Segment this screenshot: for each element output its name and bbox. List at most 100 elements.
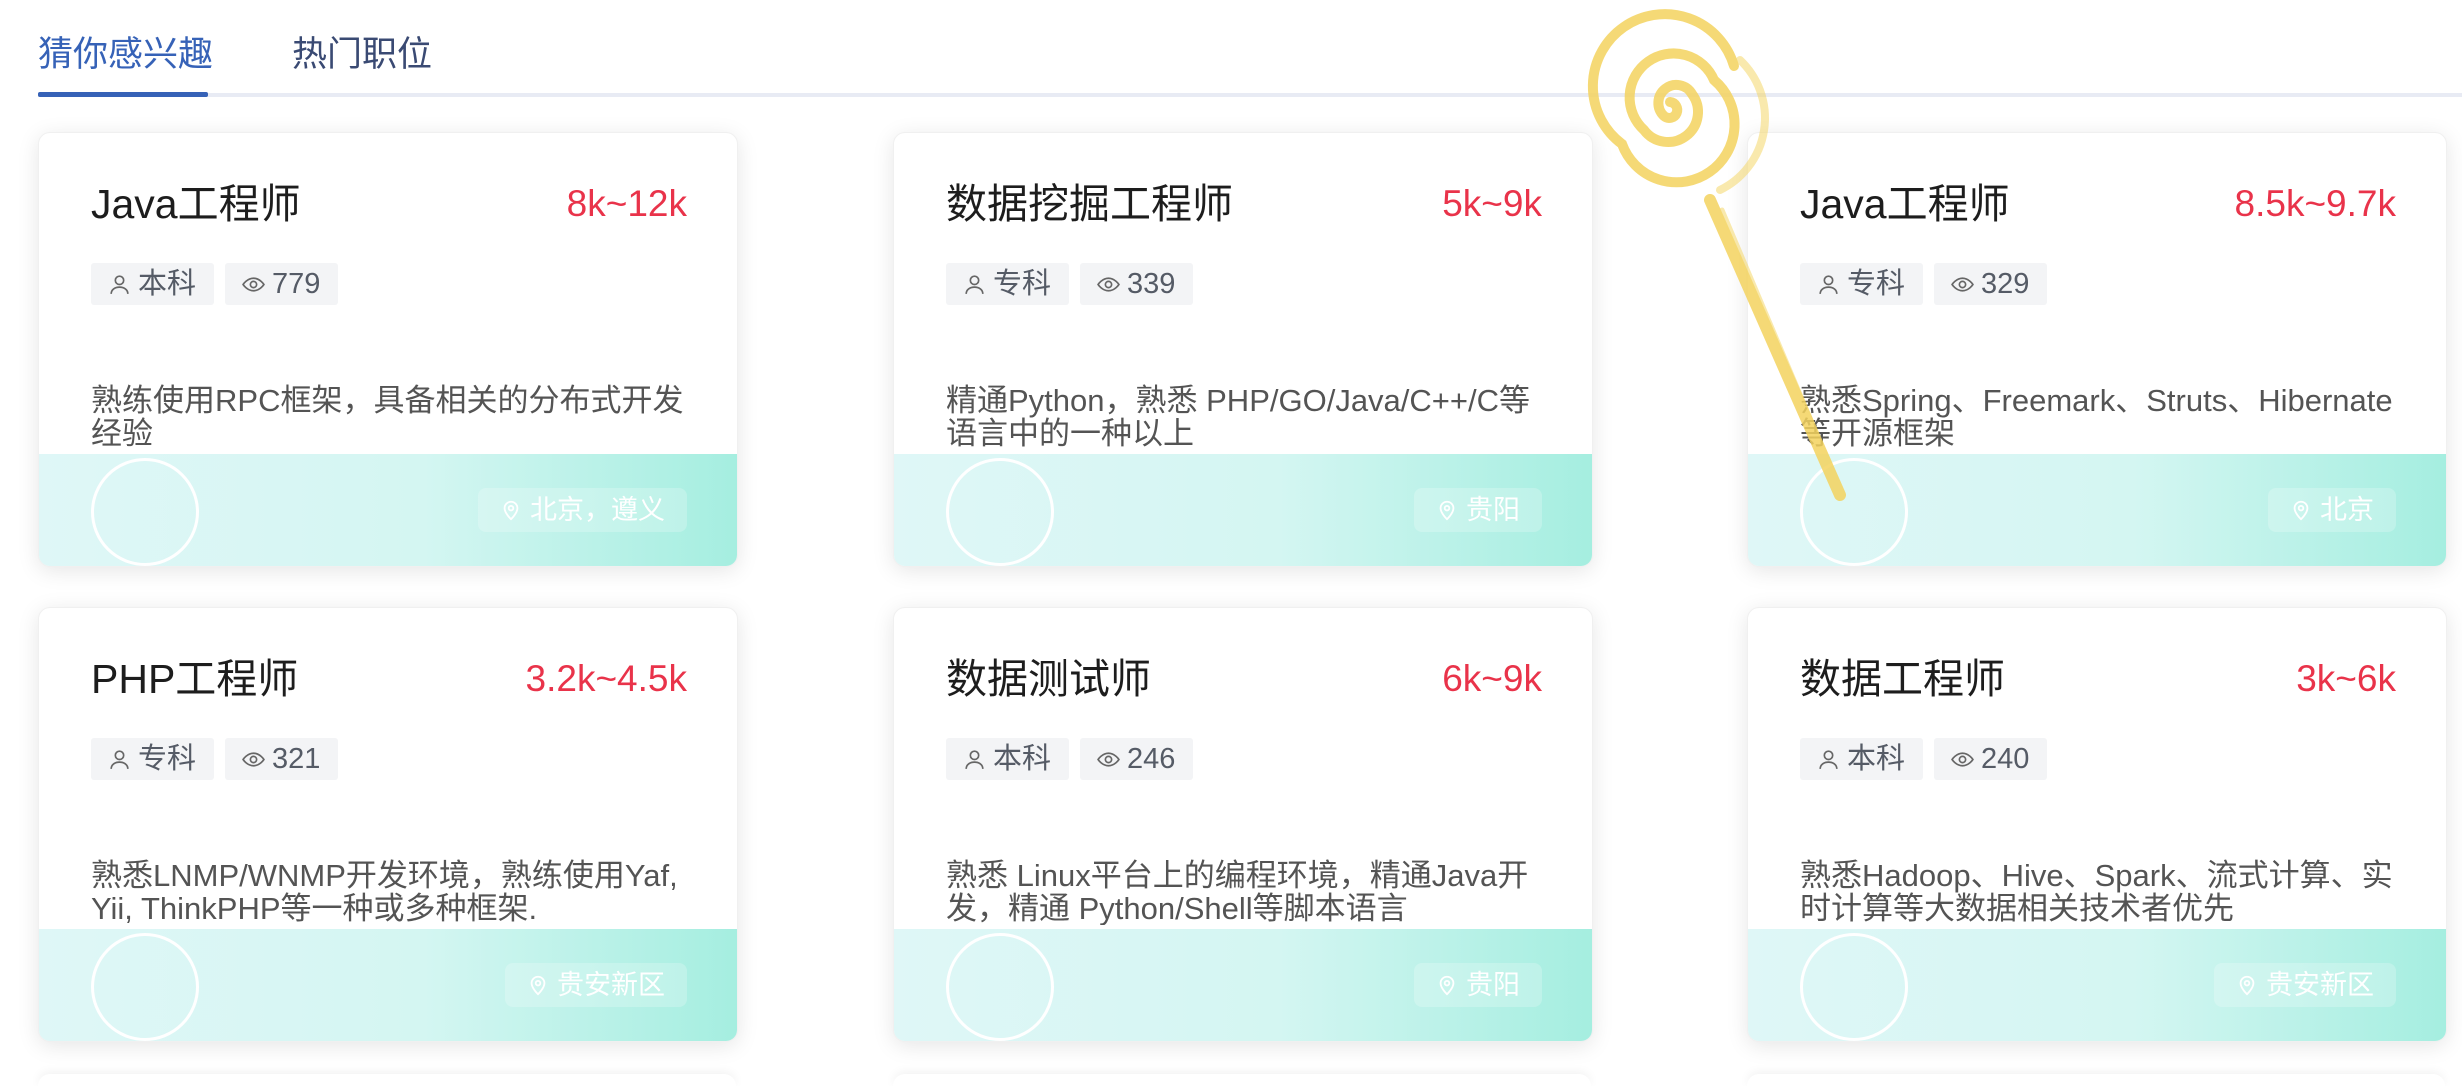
views-tag: 339 bbox=[1080, 263, 1194, 305]
job-card-peek bbox=[1747, 1074, 2445, 1086]
job-description: 精通Python，熟悉 PHP/GO/Java/C++/C等语言中的一种以上 bbox=[946, 384, 1531, 450]
eye-icon bbox=[1951, 751, 1974, 767]
location-badge: 贵安新区 bbox=[2214, 963, 2396, 1007]
views-tag: 240 bbox=[1934, 738, 2048, 780]
job-title[interactable]: Java工程师 bbox=[1800, 177, 2010, 231]
education-label: 专科 bbox=[1847, 268, 1906, 300]
job-card[interactable]: Java工程师 8k~12k 本科 779 熟练使用RPC框架，具备相关的分布式… bbox=[38, 132, 738, 567]
job-card[interactable]: 数据挖掘工程师 5k~9k 专科 339 精通Python，熟悉 PHP/GO/… bbox=[893, 132, 1593, 567]
education-label: 专科 bbox=[993, 268, 1052, 300]
user-icon bbox=[965, 749, 984, 769]
location-badge: 北京，遵义 bbox=[478, 488, 687, 532]
card-footer: 贵阳 bbox=[894, 454, 1592, 566]
location-label: 贵安新区 bbox=[2266, 970, 2374, 1000]
job-tags: 专科 339 bbox=[946, 263, 1194, 305]
card-footer: 北京，遵义 bbox=[39, 454, 737, 566]
map-pin-icon bbox=[2239, 975, 2255, 996]
views-tag: 321 bbox=[225, 738, 339, 780]
job-title[interactable]: 数据挖掘工程师 bbox=[946, 177, 1233, 231]
education-tag: 本科 bbox=[1800, 738, 1924, 780]
job-description: 熟练使用RPC框架，具备相关的分布式开发经验 bbox=[91, 384, 684, 450]
card-footer: 贵阳 bbox=[894, 929, 1592, 1041]
views-count: 246 bbox=[1127, 743, 1176, 775]
job-tags: 本科 779 bbox=[91, 263, 339, 305]
eye-icon bbox=[242, 276, 265, 292]
user-icon bbox=[110, 749, 129, 769]
job-title[interactable]: 数据工程师 bbox=[1800, 652, 2005, 706]
location-badge: 贵阳 bbox=[1414, 963, 1542, 1007]
education-label: 本科 bbox=[138, 268, 197, 300]
eye-icon bbox=[242, 751, 265, 767]
job-salary: 8.5k~9.7k bbox=[2234, 183, 2396, 224]
job-title[interactable]: Java工程师 bbox=[91, 177, 301, 231]
views-count: 339 bbox=[1127, 268, 1176, 300]
company-avatar[interactable] bbox=[1800, 458, 1908, 566]
tab-popular-jobs[interactable]: 热门职位 bbox=[292, 30, 432, 80]
user-icon bbox=[1819, 749, 1838, 769]
card-footer: 贵安新区 bbox=[39, 929, 737, 1041]
eye-icon bbox=[1097, 751, 1120, 767]
job-card[interactable]: PHP工程师 3.2k~4.5k 专科 321 熟悉LNMP/WNMP开发环境，… bbox=[38, 607, 738, 1042]
job-salary: 3k~6k bbox=[2296, 658, 2396, 699]
job-tags: 本科 240 bbox=[1800, 738, 2048, 780]
location-label: 北京 bbox=[2320, 495, 2374, 525]
job-tags: 专科 329 bbox=[1800, 263, 2048, 305]
job-description: 熟悉Hadoop、Hive、Spark、流式计算、实时计算等大数据相关技术者优先 bbox=[1800, 859, 2393, 925]
company-avatar[interactable] bbox=[946, 933, 1054, 1041]
company-avatar[interactable] bbox=[91, 933, 199, 1041]
eye-icon bbox=[1951, 276, 1974, 292]
tab-bar: 猜你感兴趣 热门职位 bbox=[0, 0, 2462, 99]
education-label: 专科 bbox=[138, 743, 197, 775]
views-count: 329 bbox=[1981, 268, 2030, 300]
tab-bar-divider bbox=[38, 93, 2462, 97]
views-tag: 329 bbox=[1934, 263, 2048, 305]
job-tags: 本科 246 bbox=[946, 738, 1194, 780]
eye-icon bbox=[1097, 276, 1120, 292]
user-icon bbox=[965, 274, 984, 294]
job-tags: 专科 321 bbox=[91, 738, 339, 780]
job-card[interactable]: 数据测试师 6k~9k 本科 246 熟悉 Linux平台上的编程环境，精通Ja… bbox=[893, 607, 1593, 1042]
job-card-peek bbox=[893, 1074, 1591, 1086]
location-badge: 贵安新区 bbox=[505, 963, 687, 1007]
education-tag: 专科 bbox=[91, 738, 215, 780]
job-description: 熟悉 Linux平台上的编程环境，精通Java开发，精通 Python/Shel… bbox=[946, 859, 1529, 925]
education-tag: 本科 bbox=[946, 738, 1070, 780]
user-icon bbox=[1819, 274, 1838, 294]
views-count: 321 bbox=[272, 743, 321, 775]
map-pin-icon bbox=[503, 500, 519, 521]
active-tab-indicator bbox=[38, 92, 208, 97]
location-badge: 贵阳 bbox=[1414, 488, 1542, 532]
education-tag: 本科 bbox=[91, 263, 215, 305]
location-badge: 北京 bbox=[2268, 488, 2396, 532]
map-pin-icon bbox=[2293, 500, 2309, 521]
job-salary: 5k~9k bbox=[1442, 183, 1542, 224]
company-avatar[interactable] bbox=[91, 458, 199, 566]
location-label: 贵阳 bbox=[1466, 495, 1520, 525]
views-count: 240 bbox=[1981, 743, 2030, 775]
education-tag: 专科 bbox=[946, 263, 1070, 305]
company-avatar[interactable] bbox=[1800, 933, 1908, 1041]
location-label: 贵阳 bbox=[1466, 970, 1520, 1000]
job-title[interactable]: 数据测试师 bbox=[946, 652, 1151, 706]
job-card-peek bbox=[38, 1074, 736, 1086]
user-icon bbox=[110, 274, 129, 294]
card-footer: 北京 bbox=[1748, 454, 2446, 566]
job-description: 熟悉LNMP/WNMP开发环境，熟练使用Yaf, Yii, ThinkPHP等一… bbox=[91, 859, 678, 925]
job-card[interactable]: Java工程师 8.5k~9.7k 专科 329 熟悉Spring、Freema… bbox=[1747, 132, 2447, 567]
card-footer: 贵安新区 bbox=[1748, 929, 2446, 1041]
job-title[interactable]: PHP工程师 bbox=[91, 652, 298, 706]
company-avatar[interactable] bbox=[946, 458, 1054, 566]
map-pin-icon bbox=[1439, 500, 1455, 521]
job-description: 熟悉Spring、Freemark、Struts、Hibernate 等开源框架 bbox=[1800, 384, 2393, 450]
views-count: 779 bbox=[272, 268, 321, 300]
education-label: 本科 bbox=[1847, 743, 1906, 775]
views-tag: 246 bbox=[1080, 738, 1194, 780]
education-label: 本科 bbox=[993, 743, 1052, 775]
location-label: 北京，遵义 bbox=[530, 495, 665, 525]
location-label: 贵安新区 bbox=[557, 970, 665, 1000]
education-tag: 专科 bbox=[1800, 263, 1924, 305]
tab-recommended[interactable]: 猜你感兴趣 bbox=[38, 30, 213, 80]
job-salary: 8k~12k bbox=[566, 183, 687, 224]
job-salary: 6k~9k bbox=[1442, 658, 1542, 699]
job-card[interactable]: 数据工程师 3k~6k 本科 240 熟悉Hadoop、Hive、Spark、流… bbox=[1747, 607, 2447, 1042]
